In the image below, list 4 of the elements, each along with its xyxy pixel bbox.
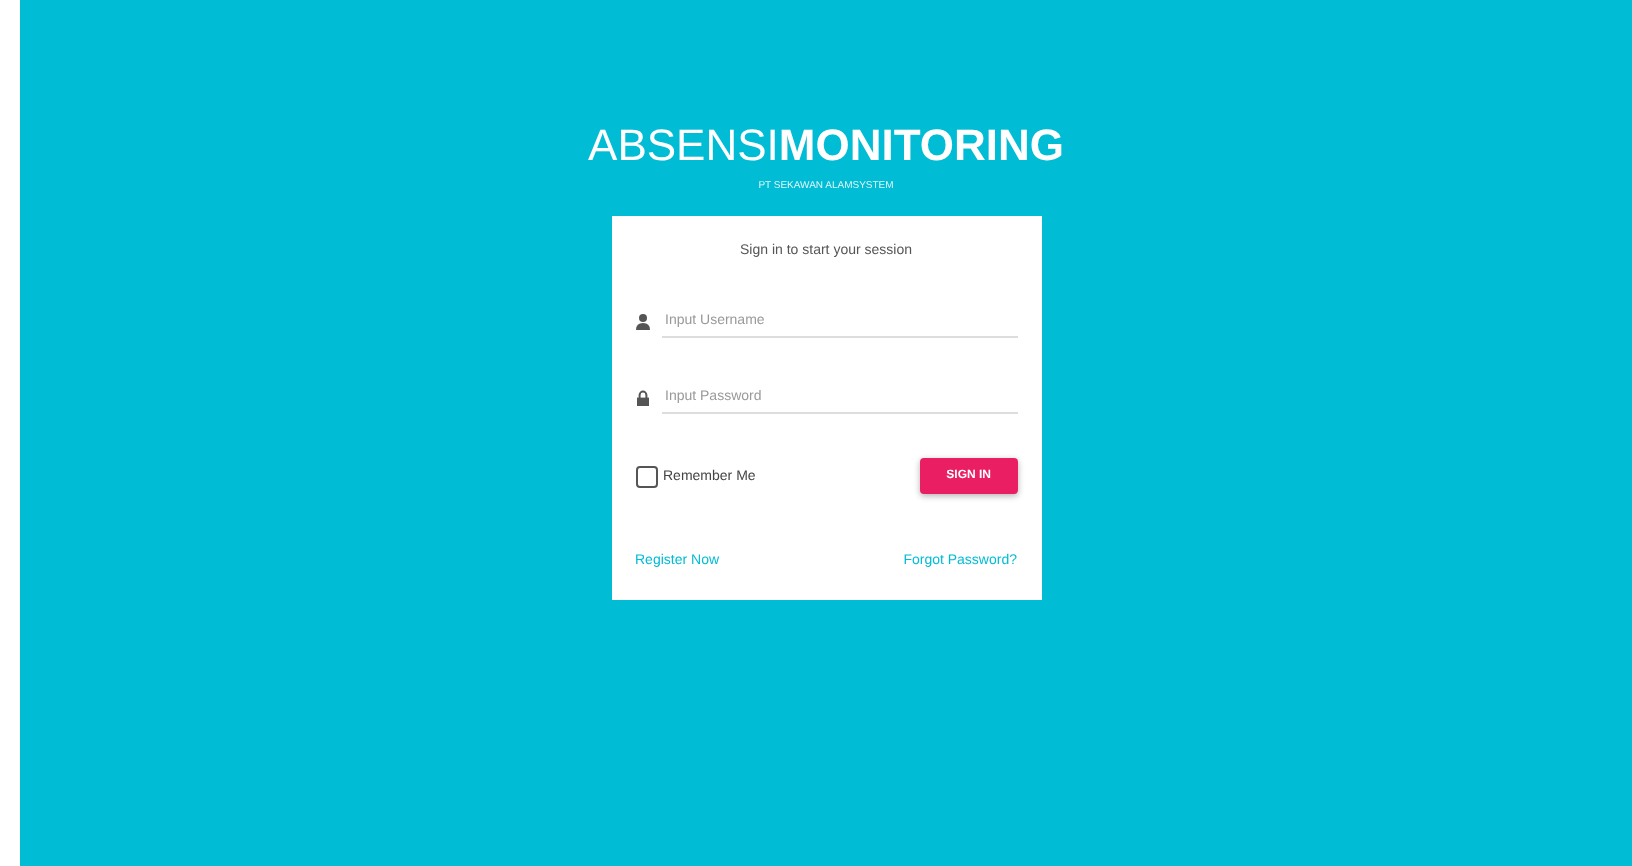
logo-text: ABSENSIMONITORING — [588, 120, 1064, 172]
user-icon — [635, 314, 649, 330]
remember-checkbox[interactable] — [635, 465, 657, 487]
lock-icon — [635, 390, 649, 406]
